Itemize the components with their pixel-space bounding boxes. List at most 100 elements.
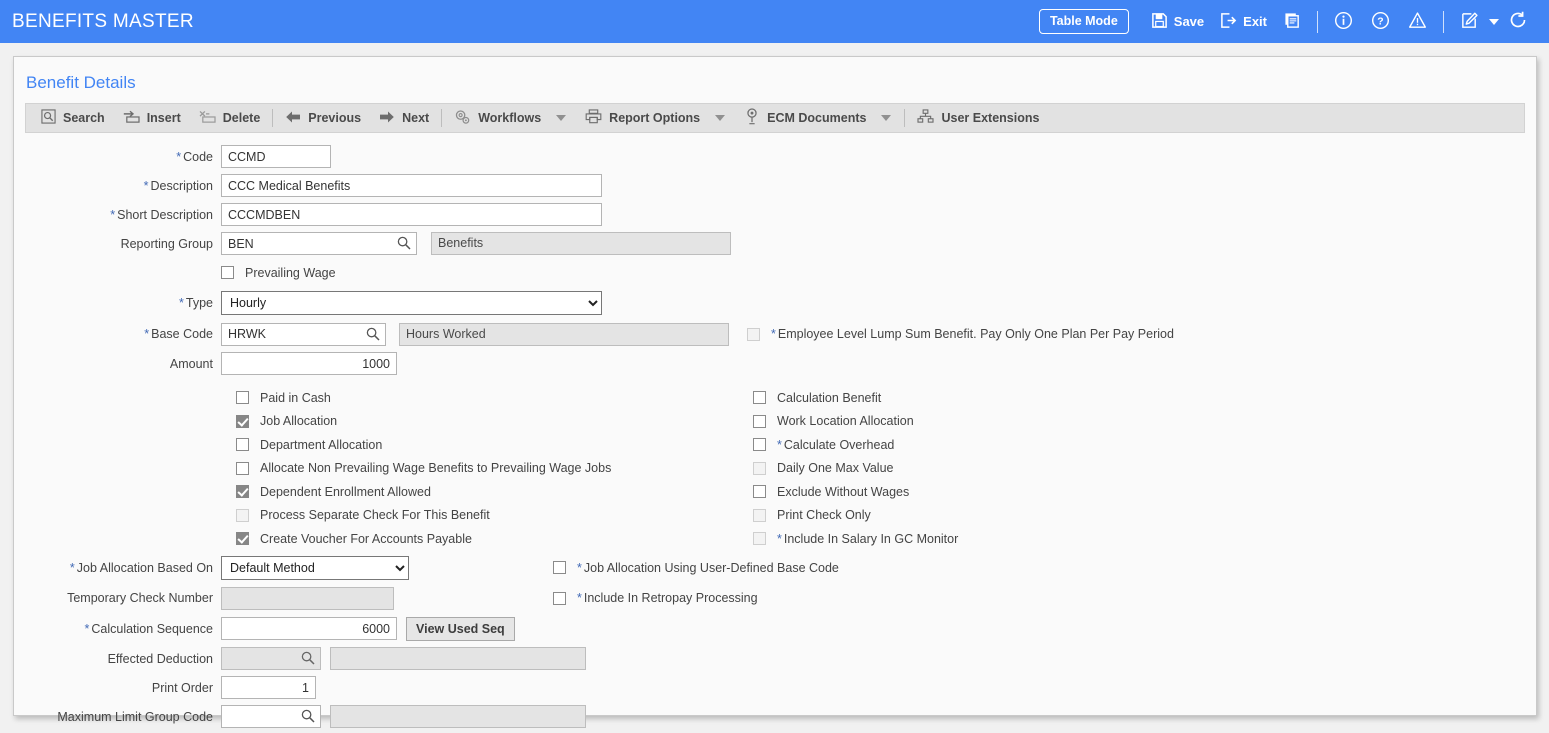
field-row-calculation-sequence: *Calculation Sequence View Used Seq xyxy=(14,613,1536,644)
process-separate-check-checkbox xyxy=(236,508,249,522)
amount-input[interactable] xyxy=(221,352,397,375)
previous-button[interactable]: Previous xyxy=(276,106,370,131)
job-allocation-based-on-select[interactable]: Default Method xyxy=(221,555,409,580)
refresh-button[interactable] xyxy=(1499,6,1537,37)
search-icon xyxy=(41,109,56,127)
print-order-label: Print Order xyxy=(151,680,213,695)
checkbox-row-work-location-allocation[interactable]: Work Location Allocation xyxy=(753,410,958,434)
maximum-limit-group-code-description xyxy=(330,705,586,728)
toolbar-divider-2 xyxy=(441,109,443,127)
print-order-input[interactable] xyxy=(221,676,316,699)
checkbox-row-exclude-without-wages[interactable]: Exclude Without Wages xyxy=(753,480,958,504)
exit-button[interactable]: Exit xyxy=(1212,8,1275,36)
workflows-dropdown-caret[interactable] xyxy=(556,115,567,121)
checkbox-row-employee-lump-sum: * Employee Level Lump Sum Benefit. Pay On… xyxy=(747,322,1174,346)
department-allocation-checkbox[interactable] xyxy=(236,438,249,452)
info-button[interactable] xyxy=(1325,7,1362,37)
user-extensions-button[interactable]: User Extensions xyxy=(908,105,1048,131)
checkbox-row-calculation-benefit[interactable]: Calculation Benefit xyxy=(753,386,958,410)
next-button[interactable]: Next xyxy=(370,106,438,131)
field-row-base-code: *Base Code Hours Worked *Employee Level … xyxy=(14,319,1536,349)
checkbox-column-right: Calculation Benefit Work Location Alloca… xyxy=(753,386,958,551)
short-description-input[interactable] xyxy=(221,203,602,226)
checkbox-row-allocate-non-prevailing[interactable]: Allocate Non Prevailing Wage Benefits to… xyxy=(236,457,611,481)
base-code-label: * Base Code xyxy=(144,327,213,341)
checkbox-row-prevailing-wage[interactable]: Prevailing Wage xyxy=(221,261,336,285)
type-label: * Type xyxy=(179,296,213,310)
field-row-effected-deduction: Effected Deduction xyxy=(14,644,1536,673)
benefit-details-card: Benefit Details Search Insert Delete Pre… xyxy=(13,56,1537,728)
hierarchy-icon xyxy=(917,109,935,127)
job-allocation-user-defined-checkbox[interactable] xyxy=(553,561,566,574)
checkbox-row-daily-one-max-value: Daily One Max Value xyxy=(753,457,958,481)
ecm-documents-dropdown-caret[interactable] xyxy=(881,115,892,121)
prevailing-wage-label: Prevailing Wage xyxy=(245,265,336,280)
reporting-group-lookup xyxy=(221,232,417,255)
exit-icon xyxy=(1220,12,1237,32)
description-input[interactable] xyxy=(221,174,602,197)
benefit-form: *Code *Description *Short Description Re… xyxy=(14,133,1536,731)
create-voucher-checkbox[interactable] xyxy=(236,532,249,546)
calculation-benefit-checkbox[interactable] xyxy=(753,391,766,405)
checkbox-row-job-allocation[interactable]: Job Allocation xyxy=(236,410,611,434)
checkbox-row-department-allocation[interactable]: Department Allocation xyxy=(236,433,611,457)
checkbox-row-calculate-overhead[interactable]: * Calculate Overhead xyxy=(753,433,958,457)
field-row-print-order: Print Order xyxy=(14,673,1536,702)
save-button[interactable]: Save xyxy=(1143,8,1212,36)
delete-button[interactable]: Delete xyxy=(190,105,270,131)
code-input[interactable] xyxy=(221,145,331,168)
field-row-description: * Description xyxy=(14,171,1536,200)
calculation-sequence-input[interactable] xyxy=(221,617,397,640)
checkbox-row-job-allocation-user-defined[interactable]: * Job Allocation Using User-Defined Base … xyxy=(553,556,839,580)
notes-dropdown-caret[interactable] xyxy=(1489,18,1499,25)
report-options-dropdown-caret[interactable] xyxy=(715,115,726,121)
reporting-group-input[interactable] xyxy=(221,232,417,255)
card-title: Benefit Details xyxy=(26,73,136,92)
user-extensions-label: User Extensions xyxy=(941,111,1040,125)
work-location-allocation-checkbox[interactable] xyxy=(753,414,766,428)
dependent-enrollment-checkbox[interactable] xyxy=(236,485,249,499)
print-check-only-checkbox xyxy=(753,508,766,522)
save-icon xyxy=(1151,12,1168,32)
job-allocation-user-defined-label: * Job Allocation Using User-Defined Base … xyxy=(577,560,839,575)
prevailing-wage-checkbox[interactable] xyxy=(221,266,234,279)
question-icon: ? xyxy=(1371,11,1390,33)
next-label: Next xyxy=(402,111,430,125)
table-mode-button[interactable]: Table Mode xyxy=(1038,8,1129,35)
job-allocation-checkbox[interactable] xyxy=(236,414,249,428)
effected-deduction-lookup xyxy=(221,647,321,670)
insert-button[interactable]: Insert xyxy=(114,105,190,131)
employee-lump-sum-label: * Employee Level Lump Sum Benefit. Pay On… xyxy=(771,327,1174,341)
search-button[interactable]: Search xyxy=(32,105,114,131)
notes-edit-button[interactable] xyxy=(1451,7,1488,37)
checkbox-column-left: Paid in Cash Job Allocation Department A… xyxy=(236,386,611,551)
workflows-label: Workflows xyxy=(478,111,542,125)
checkbox-row-include-retropay[interactable]: * Include In Retropay Processing xyxy=(553,586,758,610)
allocate-non-prevailing-checkbox[interactable] xyxy=(236,461,249,475)
warning-button[interactable] xyxy=(1399,7,1436,37)
search-label: Search xyxy=(63,111,105,125)
work-location-allocation-label: Work Location Allocation xyxy=(777,414,914,429)
workflows-button[interactable]: Workflows xyxy=(445,105,550,132)
required-marker: * xyxy=(143,178,149,193)
report-options-button[interactable]: Report Options xyxy=(576,105,709,131)
view-used-seq-button[interactable]: View Used Seq xyxy=(406,616,515,641)
toolbar-divider-1 xyxy=(272,109,274,127)
checkbox-row-create-voucher[interactable]: Create Voucher For Accounts Payable xyxy=(236,527,611,551)
checkbox-row-dependent-enrollment[interactable]: Dependent Enrollment Allowed xyxy=(236,480,611,504)
help-button[interactable]: ? xyxy=(1362,7,1399,37)
base-code-input[interactable] xyxy=(221,322,386,346)
maximum-limit-group-code-input[interactable] xyxy=(221,705,321,728)
paid-in-cash-checkbox[interactable] xyxy=(236,391,249,405)
calculate-overhead-checkbox[interactable] xyxy=(753,438,766,452)
field-row-type: * Type Hourly xyxy=(14,287,1536,319)
include-salary-gc-monitor-label: * Include In Salary In GC Monitor xyxy=(777,531,959,546)
checkbox-row-paid-in-cash[interactable]: Paid in Cash xyxy=(236,386,611,410)
ecm-documents-button[interactable]: ECM Documents xyxy=(735,104,875,132)
type-select[interactable]: Hourly xyxy=(221,291,602,315)
include-retropay-checkbox[interactable] xyxy=(553,591,566,605)
base-code-lookup xyxy=(221,322,386,346)
reporting-group-label: Reporting Group xyxy=(120,236,213,251)
exclude-without-wages-checkbox[interactable] xyxy=(753,485,766,499)
copy-records-button[interactable] xyxy=(1275,8,1310,36)
